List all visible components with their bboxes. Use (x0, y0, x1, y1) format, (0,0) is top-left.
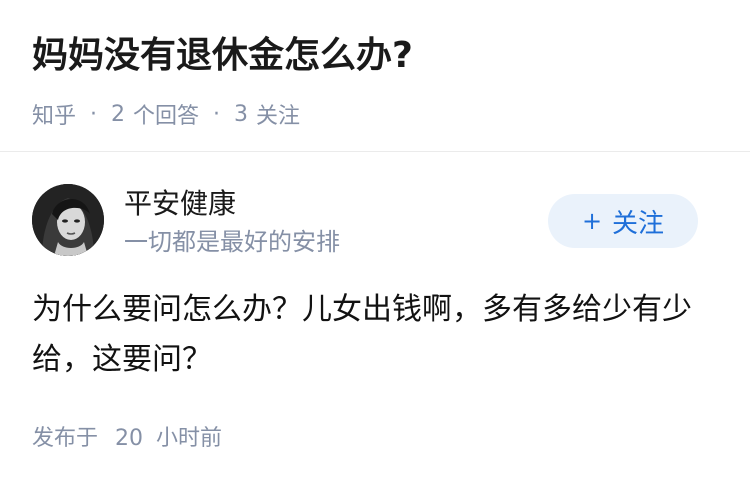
author-bio: 一切都是最好的安排 (124, 228, 340, 256)
author-name[interactable]: 平安健康 (124, 186, 236, 222)
avatar[interactable] (32, 184, 104, 256)
time-unit: 小时前 (156, 426, 223, 451)
follow-button-label: 关注 (612, 208, 665, 239)
separator-dot: · (90, 101, 98, 127)
follow-button[interactable]: + 关注 (548, 194, 698, 248)
time-value: 20 (115, 426, 144, 451)
question-title[interactable]: 妈妈没有退休金怎么办? (32, 26, 718, 86)
followers-count: 3 (234, 101, 249, 127)
plus-icon: + (581, 207, 603, 235)
separator-dot: · (213, 101, 221, 127)
time-prefix: 发布于 (32, 426, 99, 451)
answer-time: 发布于 20 小时前 (32, 420, 222, 452)
question-header: 妈妈没有退休金怎么办? 知乎 · 2 个回答 · 3 关注 (32, 26, 718, 130)
divider (0, 151, 750, 152)
question-meta: 知乎 · 2 个回答 · 3 关注 (32, 98, 718, 130)
answer-content: 为什么要问怎么办？儿女出钱啊，多有多给少有少给，这要问？ (32, 292, 692, 377)
answer-author: 平安健康 一切都是最好的安排 + 关注 (32, 184, 698, 260)
source-label[interactable]: 知乎 (32, 98, 76, 130)
avatar-portrait-icon (32, 184, 104, 256)
followers-label: 关注 (256, 104, 301, 129)
answers-label[interactable]: 个回答 (133, 98, 199, 130)
answers-count: 2 (111, 101, 126, 127)
